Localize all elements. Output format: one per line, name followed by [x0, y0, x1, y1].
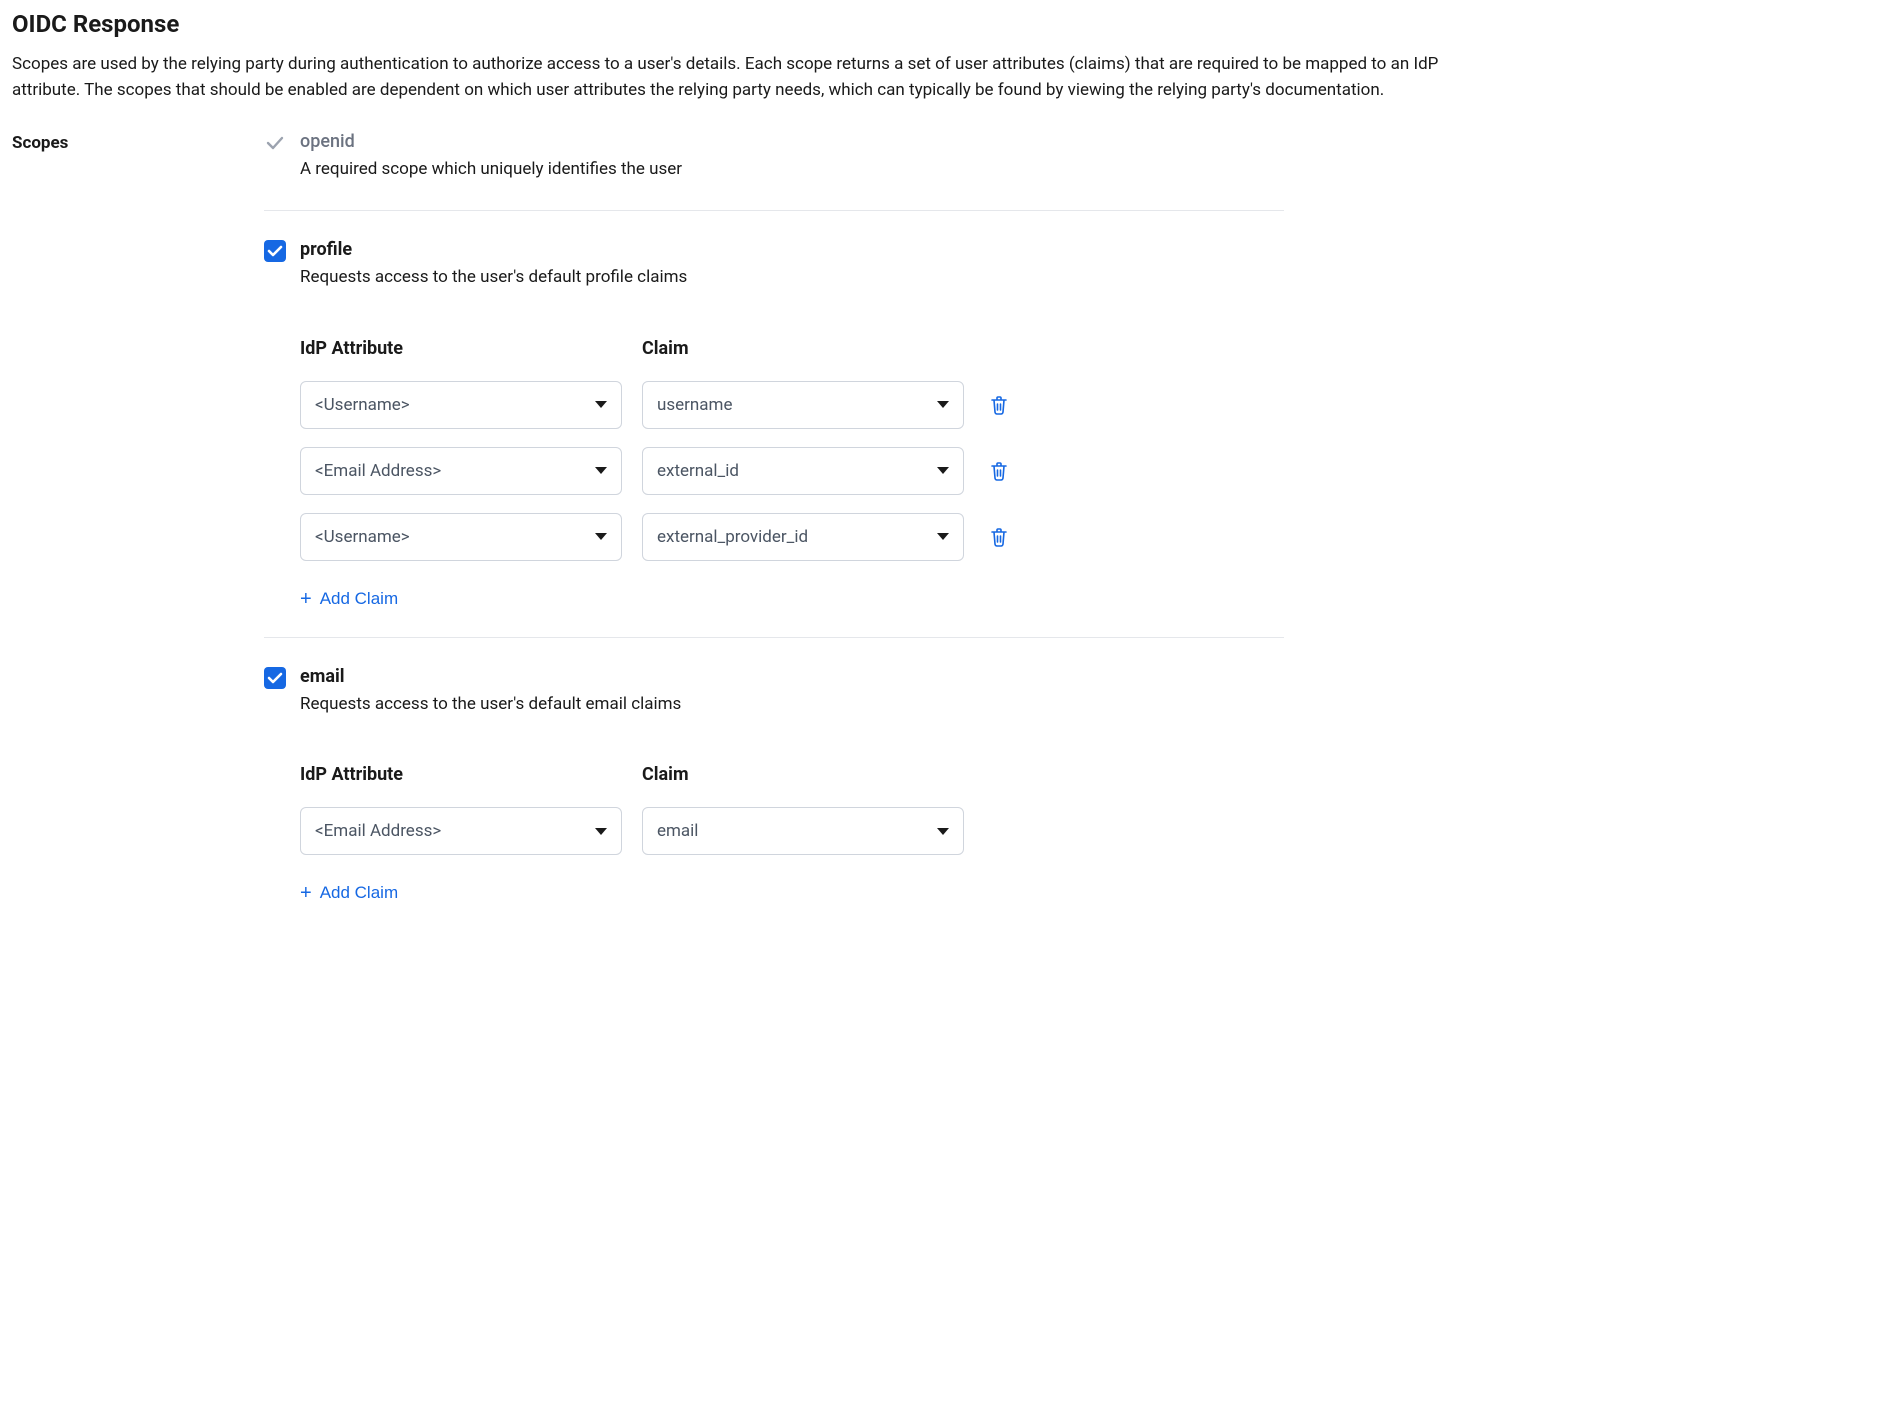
scope-openid-title: openid	[300, 131, 682, 152]
scope-profile-title: profile	[300, 239, 1284, 260]
scope-email-title: email	[300, 666, 1284, 687]
delete-claim-button[interactable]	[984, 521, 1014, 553]
checkbox-email[interactable]	[264, 667, 286, 689]
select-value: email	[657, 821, 698, 841]
idp-attribute-header: IdP Attribute	[300, 764, 622, 785]
claim-select[interactable]: username	[642, 381, 964, 429]
idp-attribute-select[interactable]: <Username>	[300, 513, 622, 561]
select-value: <Email Address>	[315, 461, 441, 481]
add-claim-label: Add Claim	[320, 883, 398, 903]
chevron-down-icon	[937, 401, 949, 408]
add-claim-label: Add Claim	[320, 589, 398, 609]
scope-openid-desc: A required scope which uniquely identifi…	[300, 158, 682, 182]
profile-claims-area: IdP Attribute Claim <Username> username	[300, 338, 1284, 609]
page-description: Scopes are used by the relying party dur…	[12, 52, 1492, 103]
scope-email-desc: Requests access to the user's default em…	[300, 693, 1284, 717]
select-value: <Username>	[315, 527, 410, 547]
scopes-row: Scopes openid A required scope which uni…	[12, 131, 1882, 903]
idp-attribute-select[interactable]: <Email Address>	[300, 807, 622, 855]
check-icon	[264, 132, 286, 154]
select-value: external_id	[657, 461, 739, 481]
scope-openid: openid A required scope which uniquely i…	[264, 131, 1284, 211]
scopes-content: openid A required scope which uniquely i…	[264, 131, 1284, 903]
trash-icon	[990, 461, 1008, 481]
claim-select[interactable]: external_id	[642, 447, 964, 495]
select-value: username	[657, 395, 732, 415]
select-value: external_provider_id	[657, 527, 808, 547]
add-claim-button[interactable]: + Add Claim	[300, 589, 398, 609]
claim-select[interactable]: email	[642, 807, 964, 855]
idp-attribute-select[interactable]: <Email Address>	[300, 447, 622, 495]
page-title: OIDC Response	[12, 10, 1882, 38]
chevron-down-icon	[937, 533, 949, 540]
claim-header: Claim	[642, 338, 964, 359]
idp-attribute-select[interactable]: <Username>	[300, 381, 622, 429]
delete-claim-button[interactable]	[984, 455, 1014, 487]
delete-claim-button[interactable]	[984, 389, 1014, 421]
select-value: <Email Address>	[315, 821, 441, 841]
claim-row: <Username> username	[300, 381, 1284, 429]
claim-row: <Email Address> external_id	[300, 447, 1284, 495]
add-claim-button[interactable]: + Add Claim	[300, 883, 398, 903]
claim-header: Claim	[642, 764, 964, 785]
email-claims-area: IdP Attribute Claim <Email Address> emai…	[300, 764, 1284, 903]
chevron-down-icon	[937, 828, 949, 835]
trash-icon	[990, 395, 1008, 415]
claim-row: <Username> external_provider_id	[300, 513, 1284, 561]
scope-email: email Requests access to the user's defa…	[264, 666, 1284, 904]
claim-row: <Email Address> email	[300, 807, 1284, 855]
claim-select[interactable]: external_provider_id	[642, 513, 964, 561]
chevron-down-icon	[595, 828, 607, 835]
select-value: <Username>	[315, 395, 410, 415]
scope-profile: profile Requests access to the user's de…	[264, 239, 1284, 638]
scopes-label: Scopes	[12, 131, 264, 153]
chevron-down-icon	[937, 467, 949, 474]
plus-icon: +	[300, 883, 312, 903]
idp-attribute-header: IdP Attribute	[300, 338, 622, 359]
plus-icon: +	[300, 589, 312, 609]
trash-icon	[990, 527, 1008, 547]
scope-profile-desc: Requests access to the user's default pr…	[300, 266, 1284, 290]
chevron-down-icon	[595, 533, 607, 540]
chevron-down-icon	[595, 467, 607, 474]
checkbox-profile[interactable]	[264, 240, 286, 262]
chevron-down-icon	[595, 401, 607, 408]
